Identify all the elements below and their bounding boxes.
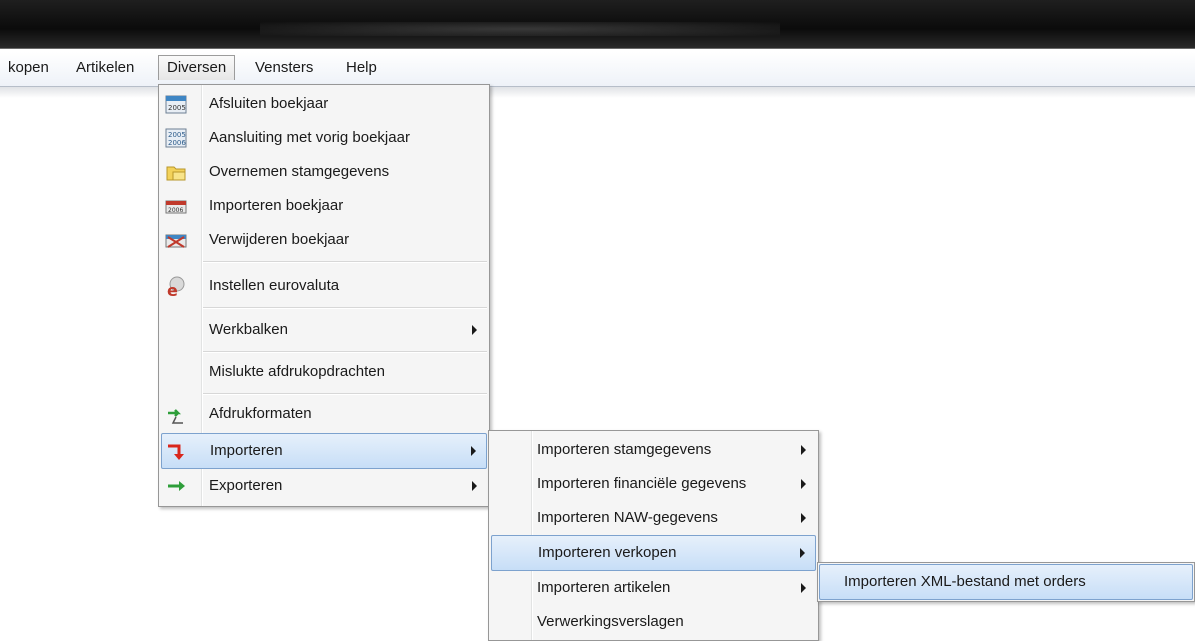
menu-item-label: Importeren bbox=[210, 442, 283, 459]
menu-item-importeren-naw-gegevens[interactable]: Importeren NAW-gegevens bbox=[491, 501, 816, 535]
menu-item-label: Overnemen stamgegevens bbox=[209, 163, 390, 180]
diversen-menu: 2005 Afsluiten boekjaar 2005 2006 Aanslu… bbox=[158, 84, 490, 507]
menu-item-label: Werkbalken bbox=[209, 321, 288, 338]
menu-item-label: Importeren NAW-gegevens bbox=[537, 509, 718, 526]
svg-text:2005: 2005 bbox=[168, 131, 186, 139]
import-arrow-icon bbox=[168, 444, 184, 460]
menu-item-importeren-verkopen[interactable]: Importeren verkopen bbox=[491, 535, 816, 571]
menu-item-verwijderen-boekjaar[interactable]: Verwijderen boekjaar bbox=[161, 223, 487, 257]
menu-separator bbox=[203, 351, 487, 353]
calendar-2005-icon: 2005 bbox=[165, 95, 187, 114]
submenu-arrow-icon bbox=[801, 479, 806, 489]
submenu-arrow-icon bbox=[472, 481, 477, 491]
menu-item-label: Importeren stamgegevens bbox=[537, 441, 712, 458]
svg-text:2006: 2006 bbox=[168, 207, 183, 214]
menu-item-label: Verwijderen boekjaar bbox=[209, 231, 350, 248]
submenu-arrow-icon bbox=[801, 513, 806, 523]
print-format-icon bbox=[168, 409, 183, 424]
submenu-arrow-icon bbox=[471, 446, 476, 456]
verkopen-submenu: Importeren XML-bestand met orders bbox=[817, 562, 1195, 602]
menu-item-werkbalken[interactable]: Werkbalken bbox=[161, 313, 487, 347]
menu-item-label: Exporteren bbox=[209, 477, 283, 494]
menu-vensters[interactable]: Vensters bbox=[247, 56, 321, 80]
menu-item-importeren-financiele-gegevens[interactable]: Importeren financiële gegevens bbox=[491, 467, 816, 501]
export-arrow-icon bbox=[168, 481, 185, 491]
menu-separator bbox=[203, 261, 487, 263]
menu-item-importeren-boekjaar[interactable]: 2006 Importeren boekjaar bbox=[161, 189, 487, 223]
menu-item-importeren-stamgegevens[interactable]: Importeren stamgegevens bbox=[491, 433, 816, 467]
menu-artikelen[interactable]: Artikelen bbox=[68, 56, 142, 80]
menu-item-label: Importeren financiële gegevens bbox=[537, 475, 747, 492]
menu-item-label: Importeren boekjaar bbox=[209, 197, 344, 214]
submenu-arrow-icon bbox=[472, 325, 477, 335]
title-bar-glare bbox=[260, 22, 780, 36]
menu-item-label: Afdrukformaten bbox=[209, 405, 312, 422]
menu-item-label: Aansluiting met vorig boekjaar bbox=[209, 129, 410, 146]
import-year-icon: 2006 bbox=[165, 200, 187, 214]
menu-item-verwerkingsverslagen[interactable]: Verwerkingsverslagen bbox=[491, 605, 816, 639]
menu-item-label: Importeren verkopen bbox=[538, 544, 677, 561]
menu-separator bbox=[203, 307, 487, 309]
submenu-arrow-icon bbox=[800, 548, 805, 558]
menu-item-label: Importeren artikelen bbox=[537, 579, 671, 596]
menu-item-mislukte-afdrukopdrachten[interactable]: Mislukte afdrukopdrachten bbox=[161, 355, 487, 389]
menu-item-afdrukformaten[interactable]: Afdrukformaten bbox=[161, 397, 487, 431]
menu-help[interactable]: Help bbox=[338, 56, 385, 80]
menu-item-importeren-xml-orders[interactable]: Importeren XML-bestand met orders bbox=[819, 564, 1193, 600]
menu-item-overnemen-stamgegevens[interactable]: Overnemen stamgegevens bbox=[161, 155, 487, 189]
menu-item-exporteren[interactable]: Exporteren bbox=[161, 469, 487, 503]
menu-bar: kopen Artikelen Diversen Vensters Help bbox=[0, 52, 1195, 98]
menu-item-importeren[interactable]: Importeren bbox=[161, 433, 487, 469]
folder-icon bbox=[166, 166, 186, 181]
menu-item-label: Verwerkingsverslagen bbox=[537, 613, 684, 630]
menu-item-label: Instellen eurovaluta bbox=[209, 277, 340, 294]
menu-item-aansluiting-vorig-boekjaar[interactable]: 2005 2006 Aansluiting met vorig boekjaar bbox=[161, 121, 487, 155]
menu-item-label: Importeren XML-bestand met orders bbox=[844, 573, 1086, 590]
importeren-submenu: Importeren stamgegevens Importeren finan… bbox=[488, 430, 819, 641]
menu-item-instellen-eurovaluta[interactable]: e Instellen eurovaluta bbox=[161, 269, 487, 303]
svg-text:2006: 2006 bbox=[168, 139, 186, 147]
svg-text:2005: 2005 bbox=[168, 104, 186, 112]
svg-text:e: e bbox=[167, 281, 178, 297]
menu-item-label: Afsluiten boekjaar bbox=[209, 95, 329, 112]
menu-verkopen[interactable]: kopen bbox=[0, 56, 57, 80]
menu-separator bbox=[203, 393, 487, 395]
menu-item-label: Mislukte afdrukopdrachten bbox=[209, 363, 385, 380]
calendar-2005-2006-icon: 2005 2006 bbox=[165, 128, 187, 148]
menu-item-importeren-artikelen[interactable]: Importeren artikelen bbox=[491, 571, 816, 605]
delete-year-icon bbox=[165, 234, 187, 248]
menu-diversen[interactable]: Diversen bbox=[158, 55, 236, 80]
title-bar bbox=[0, 0, 1195, 49]
menu-item-afsluiten-boekjaar[interactable]: 2005 Afsluiten boekjaar bbox=[161, 87, 487, 121]
euro-icon: e bbox=[167, 276, 185, 297]
submenu-arrow-icon bbox=[801, 583, 806, 593]
submenu-arrow-icon bbox=[801, 445, 806, 455]
